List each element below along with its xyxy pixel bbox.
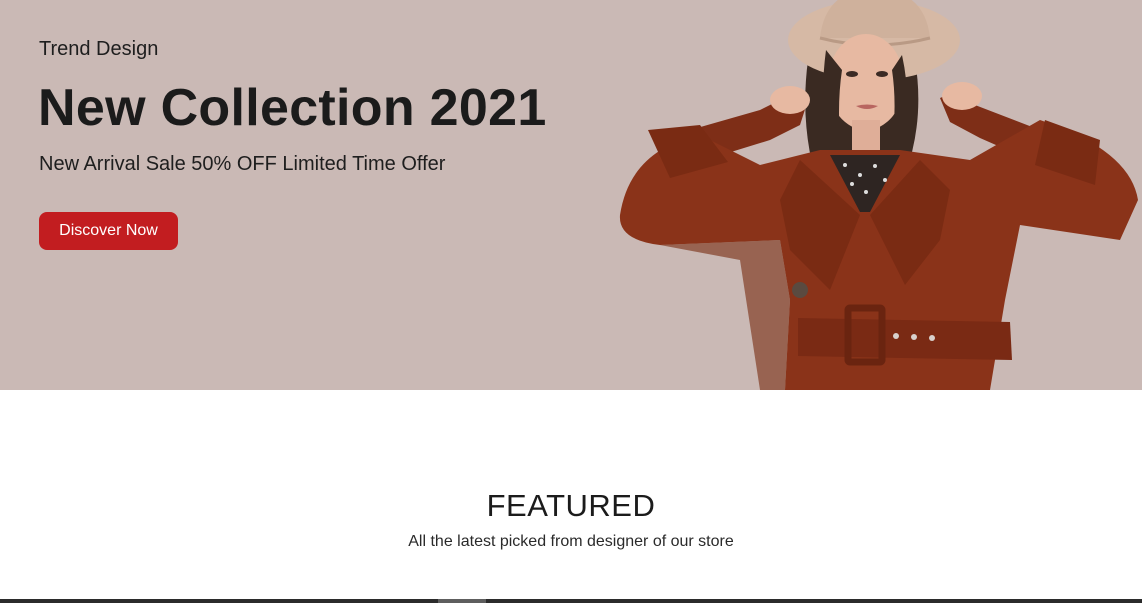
product-strip-highlight <box>438 599 486 603</box>
featured-subtitle: All the latest picked from designer of o… <box>408 533 734 550</box>
hero-banner: Trend Design New Collection 2021 New Arr… <box>0 0 1142 390</box>
discover-now-button[interactable]: Discover Now <box>39 212 178 250</box>
featured-title: FEATURED <box>486 488 656 523</box>
featured-section: FEATURED All the latest picked from desi… <box>0 390 1142 603</box>
hero-title: New Collection 2021 <box>38 79 547 137</box>
hero-subtitle: New Arrival Sale 50% OFF Limited Time Of… <box>39 153 446 175</box>
product-strip-edge <box>0 599 1142 603</box>
hero-eyebrow: Trend Design <box>39 38 159 60</box>
hero-model-image <box>619 0 1138 390</box>
